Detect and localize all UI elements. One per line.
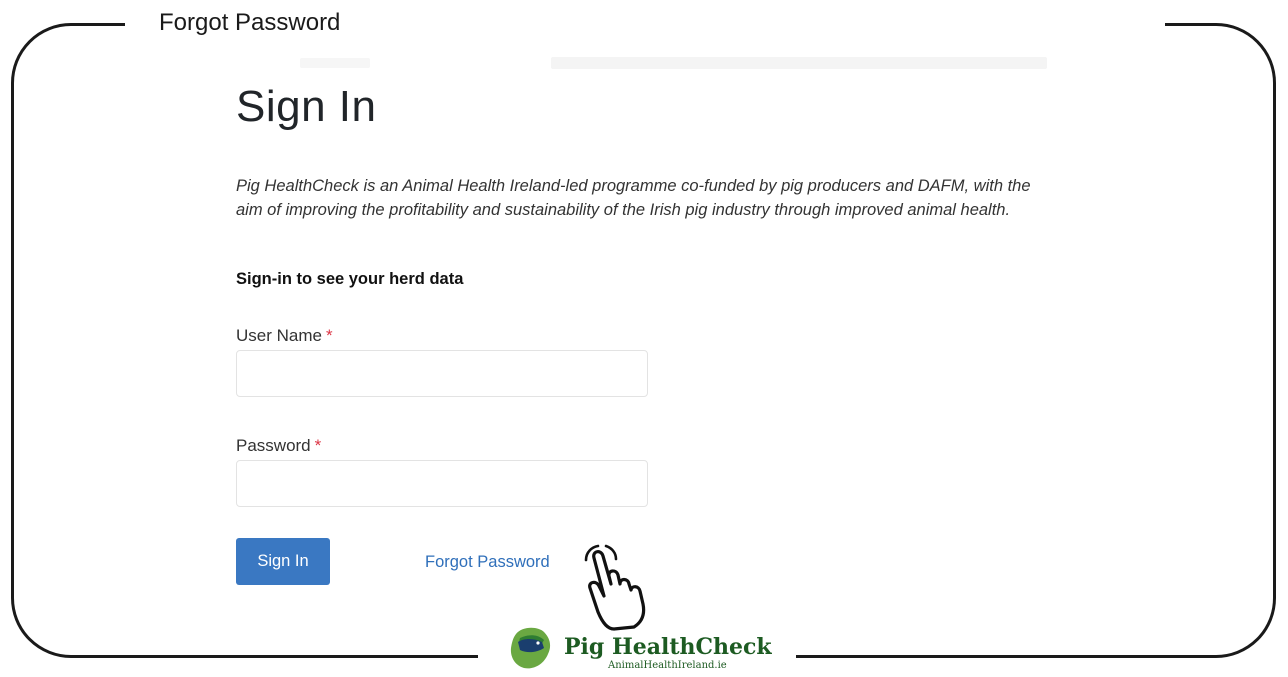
- username-input[interactable]: [236, 350, 648, 397]
- required-marker: *: [314, 436, 322, 455]
- pointing-hand-icon: [584, 544, 646, 631]
- sign-in-button[interactable]: Sign In: [236, 538, 330, 585]
- intro-subheading: Sign-in to see your herd data: [236, 270, 464, 288]
- username-label: User Name *: [236, 326, 333, 346]
- faded-header-text: [551, 57, 1047, 69]
- faded-header-logo: [300, 58, 370, 68]
- frame-caption: Forgot Password: [159, 9, 341, 36]
- page-title: Sign In: [236, 82, 377, 131]
- username-label-text: User Name: [236, 326, 322, 345]
- logo-name: Pig HealthCheck: [564, 634, 772, 660]
- intro-text: Pig HealthCheck is an Animal Health Irel…: [236, 177, 1031, 219]
- pig-healthcheck-logo: Pig HealthCheck AnimalHealthIreland.ie: [508, 624, 772, 674]
- forgot-password-link[interactable]: Forgot Password: [425, 553, 550, 572]
- password-input[interactable]: [236, 460, 648, 507]
- logo-url: AnimalHealthIreland.ie: [608, 660, 727, 671]
- pig-ireland-emblem-icon: [510, 627, 551, 669]
- password-label: Password *: [236, 436, 321, 456]
- password-label-text: Password: [236, 436, 311, 455]
- required-marker: *: [325, 326, 333, 345]
